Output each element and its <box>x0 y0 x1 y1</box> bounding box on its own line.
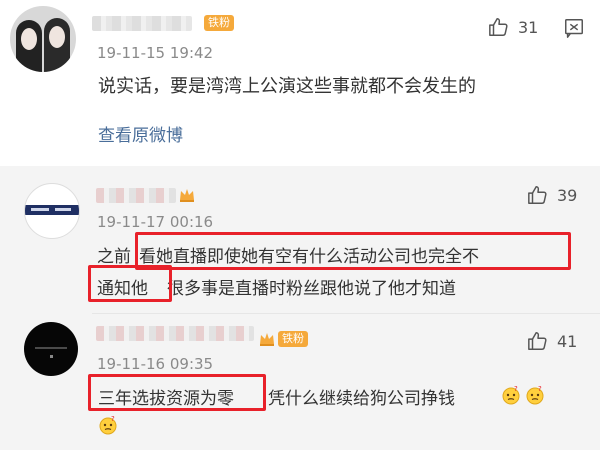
doubt-emoji-icon: ? <box>502 385 520 405</box>
highlight-box <box>88 374 266 411</box>
like-count: 41 <box>557 331 578 351</box>
svg-text:?: ? <box>111 415 115 423</box>
like-count: 39 <box>557 185 578 205</box>
highlight-box <box>88 265 172 302</box>
highlight-box <box>135 232 571 270</box>
comment-text-line1-start: 之前 <box>97 247 131 267</box>
thumbs-up-icon <box>528 332 547 350</box>
like-count: 31 <box>518 17 539 37</box>
username-blurred[interactable] <box>96 326 254 341</box>
thumbs-up-icon <box>489 18 508 36</box>
crown-icon <box>260 333 274 346</box>
avatar[interactable] <box>24 183 80 239</box>
divider <box>92 313 600 314</box>
thumbs-up-icon <box>528 186 547 204</box>
like-button[interactable]: 41 <box>527 330 577 352</box>
comment-text-line2-end: 很多事是直播时粉丝跟他说了他才知道 <box>167 279 456 299</box>
svg-text:?: ? <box>538 385 542 393</box>
comment-timestamp: 19-11-17 00:16 <box>97 213 214 231</box>
avatar[interactable] <box>24 322 78 376</box>
post-timestamp: 19-11-15 19:42 <box>97 44 214 62</box>
fan-badge: 铁粉 <box>204 15 234 31</box>
post-text: 说实话，要是湾湾上公演这些事就都不会发生的 <box>98 76 476 97</box>
fan-badge: 铁粉 <box>278 331 308 347</box>
comment-timestamp: 19-11-16 09:35 <box>97 355 214 373</box>
username-blurred[interactable] <box>92 16 192 31</box>
like-button[interactable]: 31 <box>488 16 538 38</box>
doubt-emoji-icon: ? <box>526 385 544 405</box>
avatar[interactable] <box>10 6 76 72</box>
comment-text-end: 凭什么继续给狗公司挣钱 <box>268 389 455 409</box>
view-original-link[interactable]: 查看原微博 <box>98 121 183 146</box>
doubt-emoji-icon: ? <box>99 415 117 435</box>
svg-text:?: ? <box>514 385 518 393</box>
crown-icon <box>180 189 194 202</box>
like-button[interactable]: 39 <box>527 184 577 206</box>
username-blurred[interactable] <box>96 188 176 203</box>
reply-icon[interactable] <box>563 17 585 39</box>
